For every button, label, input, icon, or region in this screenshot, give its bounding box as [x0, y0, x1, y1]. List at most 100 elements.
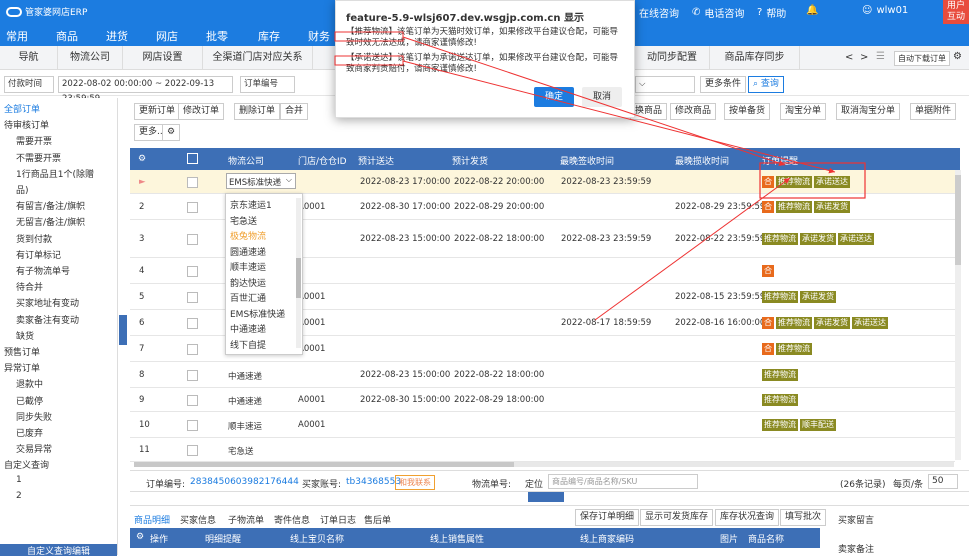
- menu-goods[interactable]: 商品: [56, 28, 78, 44]
- row-checkbox[interactable]: [187, 370, 198, 381]
- sidebar-item[interactable]: 货到付款: [16, 232, 52, 245]
- sidebar-item[interactable]: 不需要开票: [16, 151, 61, 164]
- fill-batch-button[interactable]: 填写批次: [780, 509, 827, 526]
- menu-finance[interactable]: 财务: [308, 28, 330, 44]
- table-hscroll[interactable]: [134, 462, 954, 467]
- sidebar-item[interactable]: 已截停: [16, 394, 43, 407]
- dialog-ok-button[interactable]: 确定: [534, 87, 574, 107]
- tab-prev-icon[interactable]: <: [845, 52, 853, 63]
- dropdown-option[interactable]: EMS标准快递: [230, 307, 285, 320]
- col-arrive[interactable]: 预计送达: [358, 154, 394, 167]
- logistics-select[interactable]: EMS标准快递 ⌵: [226, 173, 296, 189]
- tab-logistics[interactable]: 物流公司: [58, 46, 123, 70]
- cancel-taobao-split-button[interactable]: 取消淘宝分单: [836, 103, 901, 120]
- col-logistics[interactable]: 物流公司: [228, 154, 264, 167]
- filter-select[interactable]: ⌵: [635, 76, 695, 93]
- row-checkbox[interactable]: [187, 266, 198, 277]
- locate-input[interactable]: 商品编号/商品名称/SKU: [548, 474, 698, 489]
- date-range-input[interactable]: 2022-08-02 00:00:00 ~ 2022-09-13 23:59:5…: [58, 76, 233, 104]
- row-checkbox[interactable]: [187, 344, 198, 355]
- tab-order-log[interactable]: 订单日志: [320, 513, 356, 526]
- notification-bell-icon[interactable]: 🔔: [806, 5, 818, 16]
- tab-sub-logistics[interactable]: 子物流单: [228, 513, 264, 526]
- sidebar-item[interactable]: 缺货: [16, 329, 34, 342]
- hscroll-thumb[interactable]: [134, 462, 514, 467]
- row-checkbox[interactable]: [187, 177, 198, 188]
- sidebar-item[interactable]: 待合并: [16, 280, 43, 293]
- table-vscroll[interactable]: [955, 170, 961, 460]
- sidebar-item[interactable]: 无留言/备注/旗帜: [16, 215, 85, 228]
- edit-order-button[interactable]: 修改订单: [178, 103, 225, 120]
- sidebar-item[interactable]: 全部订单: [4, 102, 40, 115]
- dropdown-option[interactable]: 线下自提: [230, 338, 266, 351]
- menu-common[interactable]: 常用: [6, 28, 28, 44]
- tab-nav[interactable]: 导航: [0, 46, 58, 70]
- sidebar-item[interactable]: 2: [16, 491, 22, 501]
- stock-by-order-button[interactable]: 按单备货: [724, 103, 771, 120]
- dropdown-option[interactable]: 顺丰速运: [230, 260, 266, 273]
- attachment-button[interactable]: 单据附件: [910, 103, 957, 120]
- menu-store[interactable]: 网店: [156, 28, 178, 44]
- col-reminder[interactable]: 订单提醒: [762, 154, 798, 167]
- col-store[interactable]: 门店/仓仓ID: [298, 154, 347, 167]
- sidebar-item[interactable]: 买家地址有变动: [16, 296, 79, 309]
- save-detail-button[interactable]: 保存订单明细: [575, 509, 640, 526]
- sidebar-item[interactable]: 退款中: [16, 377, 43, 390]
- sidebar-item[interactable]: 交易异常: [16, 442, 52, 455]
- detail-settings-icon[interactable]: ⚙: [136, 532, 144, 542]
- tab-sync-config[interactable]: 动同步配置: [635, 46, 710, 70]
- edit-goods-button[interactable]: 修改商品: [670, 103, 717, 120]
- select-all-checkbox[interactable]: [187, 153, 198, 164]
- show-stock-button[interactable]: 显示可发货库存: [640, 509, 714, 526]
- sidebar-item[interactable]: 有订单标记: [16, 248, 61, 261]
- time-type-select[interactable]: 付款时间: [4, 76, 54, 93]
- dropdown-scrollbar[interactable]: [296, 198, 301, 348]
- column-settings-icon[interactable]: ⚙: [138, 154, 146, 164]
- menu-purchase[interactable]: 进货: [106, 28, 128, 44]
- sidebar-item[interactable]: 待审核订单: [4, 118, 49, 131]
- settings-gear-icon[interactable]: ⚙: [953, 51, 962, 62]
- change-goods-button[interactable]: 换商品: [630, 103, 668, 120]
- help-link[interactable]: ? 帮助: [757, 5, 786, 20]
- sidebar-item[interactable]: 自定义查询编辑: [0, 544, 117, 557]
- row-checkbox[interactable]: [187, 318, 198, 329]
- sidebar-item[interactable]: 有子物流单号: [16, 264, 70, 277]
- menu-stock[interactable]: 库存: [258, 28, 280, 44]
- sidebar-item[interactable]: 预售订单: [4, 345, 40, 358]
- dialog-cancel-button[interactable]: 取消: [582, 87, 622, 107]
- user-account[interactable]: ☺ wlw01: [862, 5, 908, 16]
- online-consult[interactable]: 在线咨询: [639, 5, 679, 20]
- tab-goods-detail[interactable]: 商品明细: [134, 513, 170, 526]
- tab-list-icon[interactable]: ☰: [876, 51, 885, 62]
- row-checkbox[interactable]: [187, 395, 198, 406]
- sidebar-item[interactable]: 品): [16, 183, 29, 196]
- vscroll-thumb[interactable]: [955, 175, 961, 265]
- sidebar-item[interactable]: 有留言/备注/旗帜: [16, 199, 85, 212]
- sidebar-item[interactable]: 同步失败: [16, 410, 52, 423]
- col-sign[interactable]: 最晚签收时间: [560, 154, 614, 167]
- tab-store-settings[interactable]: 网店设置: [123, 46, 203, 70]
- auto-download-button[interactable]: 自动下载订单: [894, 51, 950, 66]
- row-checkbox[interactable]: [187, 445, 198, 456]
- user-interaction-button[interactable]: 用户互动: [943, 0, 969, 24]
- panel-toggle-handle[interactable]: [528, 492, 564, 502]
- dropdown-option[interactable]: 极兔物流: [230, 229, 266, 242]
- sidebar-collapse-handle[interactable]: [119, 315, 127, 345]
- dropdown-scroll-thumb[interactable]: [296, 258, 301, 298]
- sidebar-item[interactable]: 异常订单: [4, 361, 40, 374]
- dropdown-option[interactable]: 宅急送: [230, 214, 257, 227]
- row-checkbox[interactable]: [187, 234, 198, 245]
- row-checkbox[interactable]: [187, 292, 198, 303]
- tab-stock-sync[interactable]: 商品库存同步: [710, 46, 800, 70]
- dropdown-option[interactable]: 圆通速递: [230, 245, 266, 258]
- dropdown-option[interactable]: 百世汇通: [230, 291, 266, 304]
- dropdown-option[interactable]: 韵达快运: [230, 276, 266, 289]
- tab-send-info[interactable]: 寄件信息: [274, 513, 310, 526]
- row-checkbox[interactable]: [187, 420, 198, 431]
- contact-button[interactable]: 和我联系: [395, 475, 435, 490]
- dropdown-option[interactable]: 京东速运1: [230, 198, 272, 211]
- tab-after-sale[interactable]: 售后单: [364, 513, 391, 526]
- delete-order-button[interactable]: 删除订单: [234, 103, 281, 120]
- sidebar-item[interactable]: 1: [16, 475, 22, 485]
- per-page-select[interactable]: 50: [928, 474, 958, 489]
